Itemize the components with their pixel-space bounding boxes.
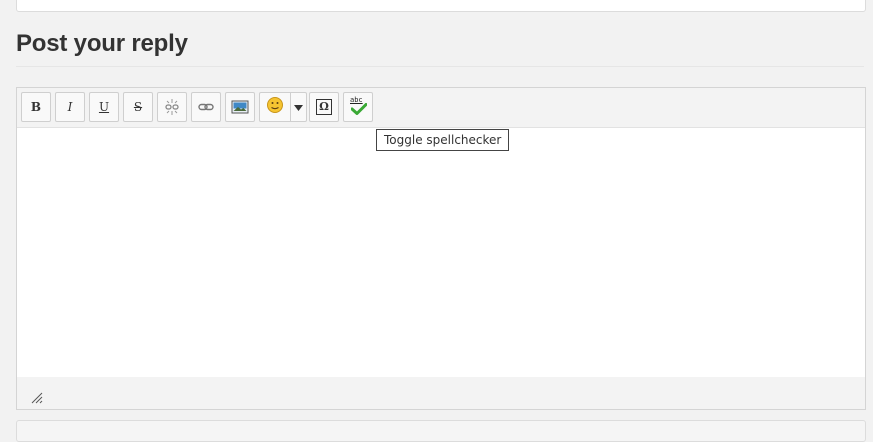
spellcheck-icon: abc [348,96,368,117]
resize-handle-icon[interactable] [31,391,43,409]
unlink-button[interactable] [157,92,187,122]
caret-down-icon [294,98,303,116]
emoji-dropdown-button[interactable] [291,93,306,121]
previous-post-card [16,0,866,12]
strikethrough-button[interactable]: S [123,92,153,122]
bold-label: B [30,100,42,114]
underline-label: U [98,100,110,114]
bold-button[interactable]: B [21,92,51,122]
underline-button[interactable]: U [89,92,119,122]
italic-label: I [67,100,73,114]
editor-toolbar: B I U S Ω abc [17,88,865,128]
link-icon [197,98,215,116]
message-text-area[interactable] [17,128,865,377]
emoji-button[interactable] [260,93,291,121]
unlink-icon [163,98,181,116]
smiley-icon [266,96,284,119]
spellcheck-button[interactable]: abc [343,92,373,122]
link-button[interactable] [191,92,221,122]
special-character-label: Ω [316,99,332,115]
special-character-button[interactable]: Ω [309,92,339,122]
italic-button[interactable]: I [55,92,85,122]
strikethrough-label: S [133,100,143,114]
next-panel [16,420,866,442]
post-reply-heading: Post your reply [16,30,188,57]
emoji-split-button [259,92,307,122]
image-icon [231,99,249,115]
spellcheck-tooltip: Toggle spellchecker [376,129,510,151]
editor-status-bar [17,377,865,409]
insert-image-button[interactable] [225,92,255,122]
heading-divider [16,66,864,67]
